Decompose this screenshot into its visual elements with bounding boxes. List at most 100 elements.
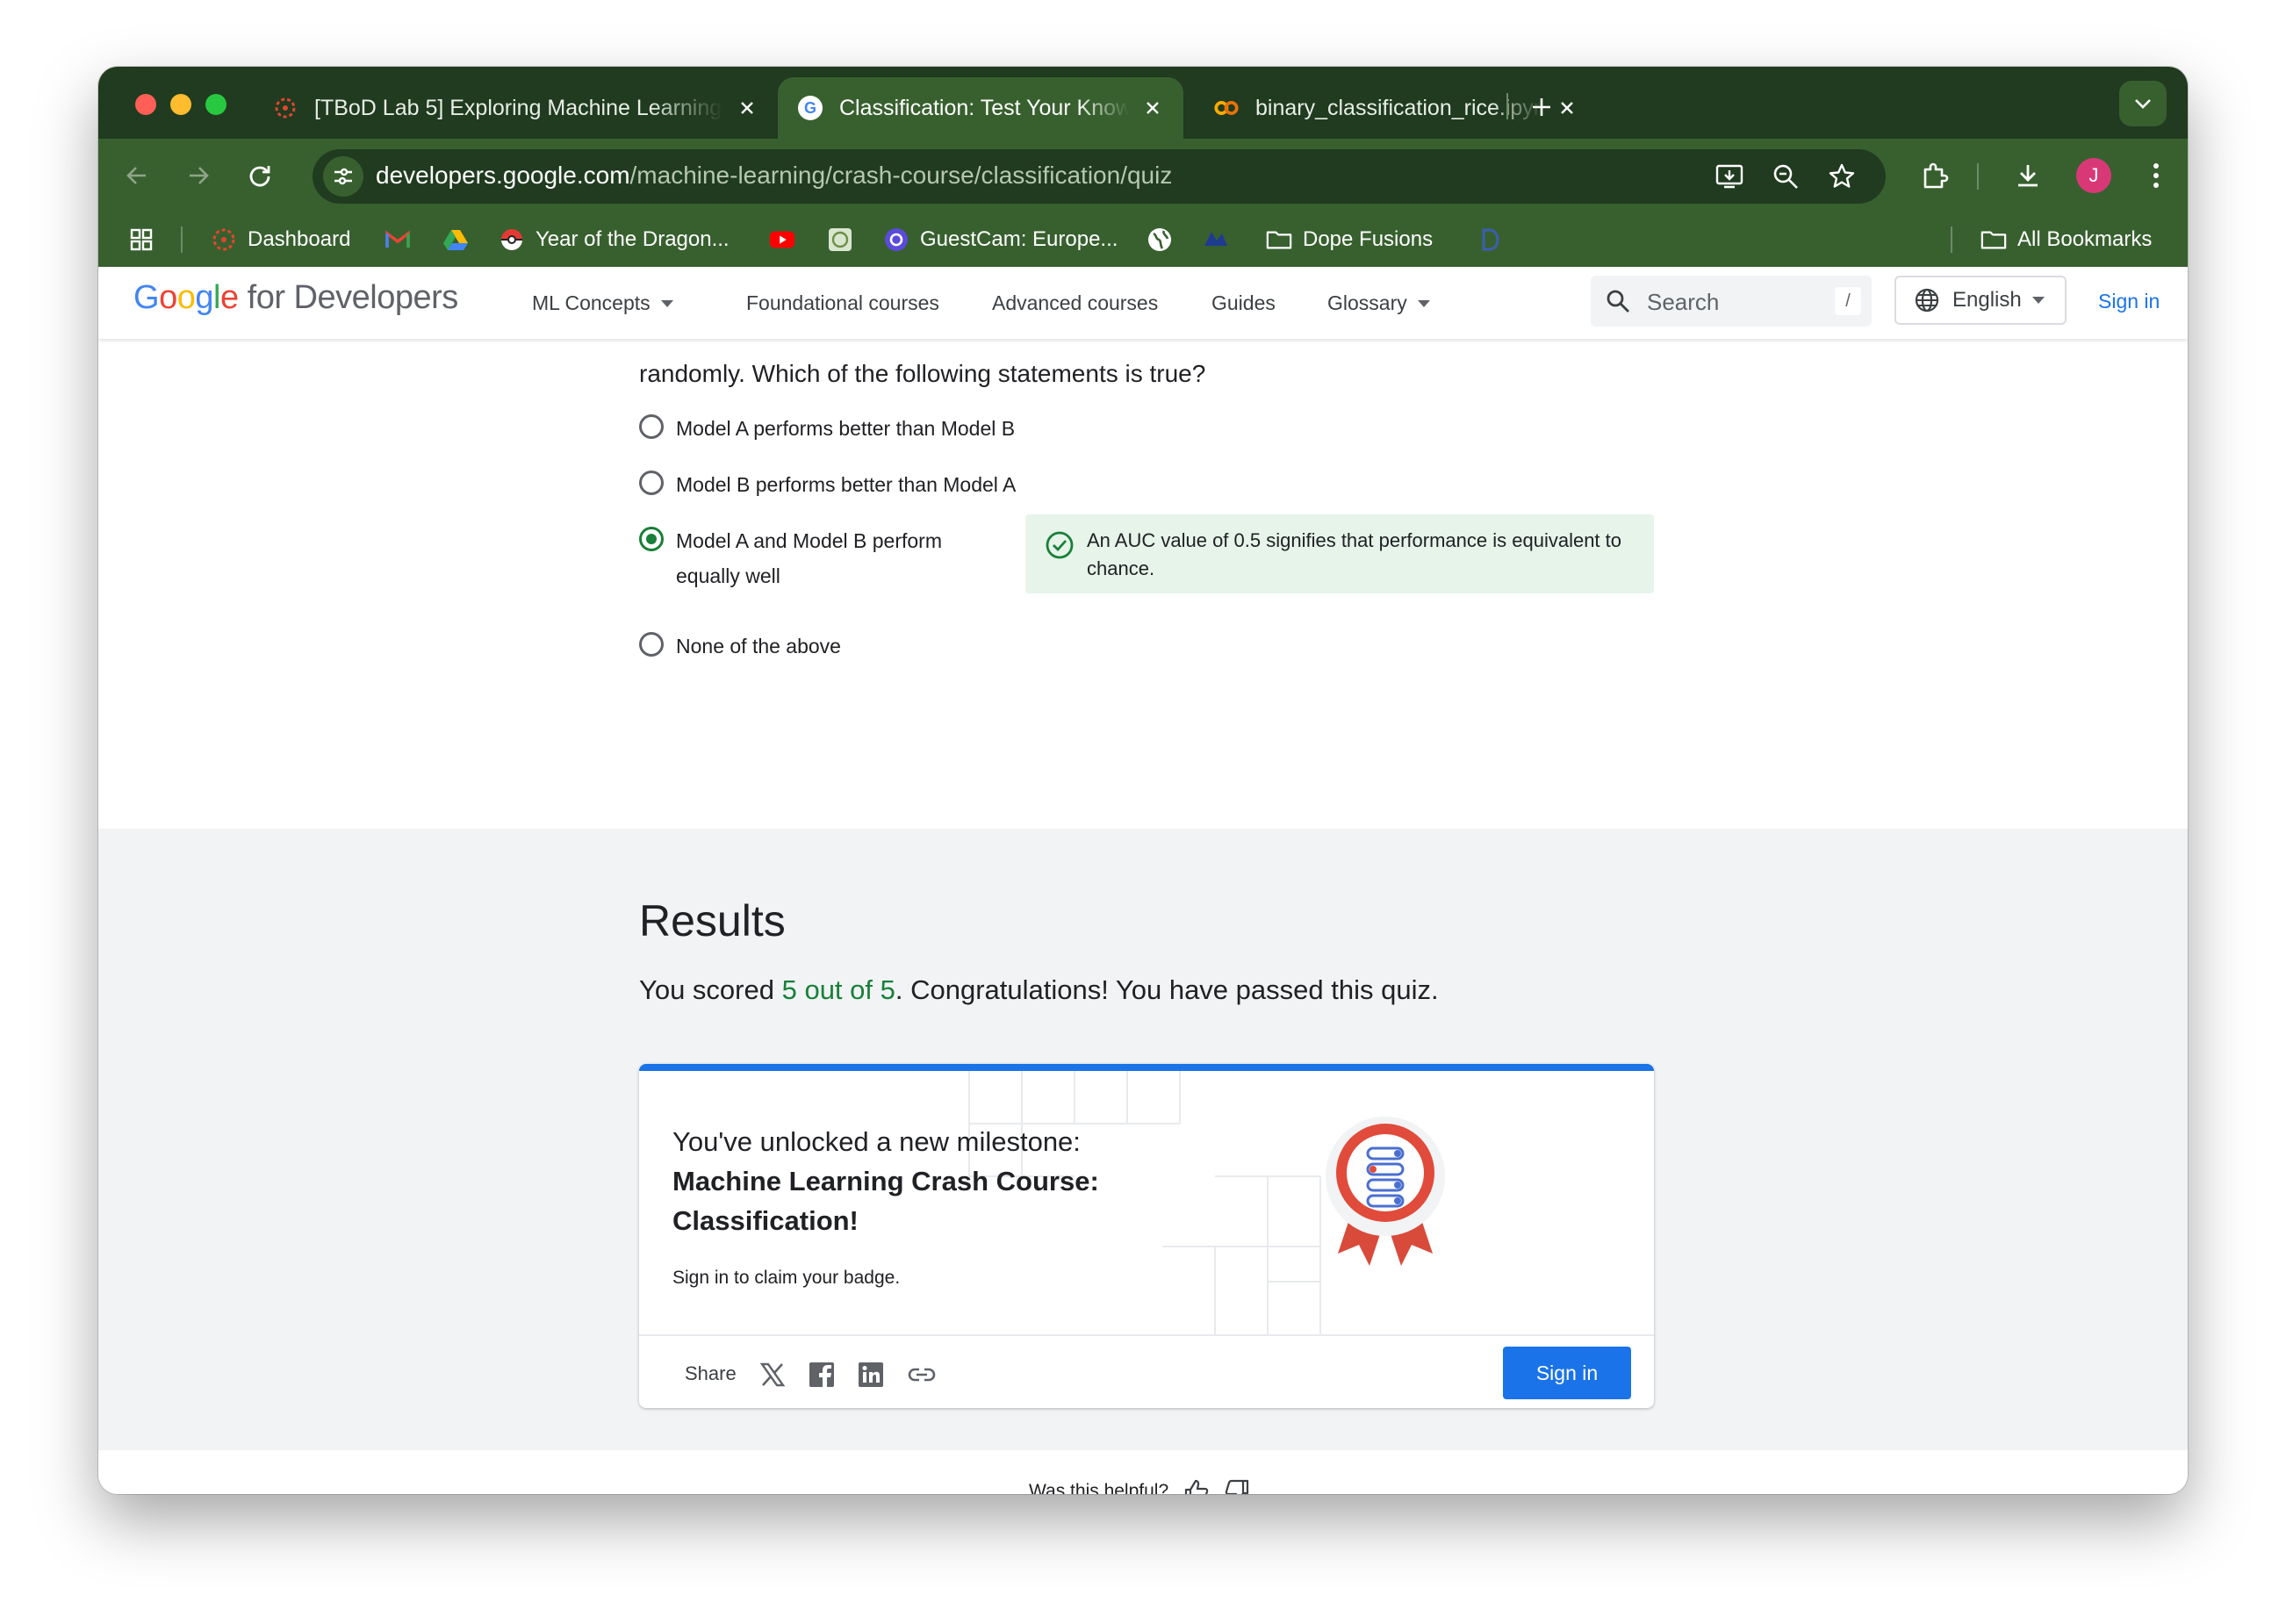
bookmark-drive[interactable] <box>442 212 479 267</box>
bookmark-gmail[interactable] <box>385 212 421 267</box>
zoom-window-button[interactable] <box>205 94 226 115</box>
quiz-question-text: randomly. Which of the following stateme… <box>639 360 1206 387</box>
apps-bookmark[interactable] <box>128 212 165 267</box>
score-value: 5 out of 5 <box>781 974 895 1005</box>
close-window-button[interactable] <box>135 94 156 115</box>
tab-title: Classification: Test Your Knowledge <box>839 95 1129 120</box>
milestone-intro: You've unlocked a new milestone: <box>672 1126 1081 1157</box>
apps-grid-icon <box>128 226 155 253</box>
bookmark-globe[interactable] <box>1147 212 1183 267</box>
reload-button[interactable] <box>239 154 281 197</box>
folder-icon <box>1266 226 1292 253</box>
close-tab-icon[interactable] <box>1139 95 1166 121</box>
colab-icon <box>1213 95 1240 121</box>
nav-ml-concepts[interactable]: ML Concepts <box>532 291 673 315</box>
bookmark-star-icon[interactable] <box>1826 161 1858 192</box>
helpful-feedback-bar: Was this helpful? <box>98 1450 2188 1494</box>
language-selector[interactable]: English <box>1894 276 2067 325</box>
bookmark-site[interactable] <box>827 212 864 267</box>
bookmark-year-of-dragon[interactable]: Year of the Dragon... <box>499 212 730 267</box>
youtube-icon <box>769 226 795 253</box>
facebook-icon[interactable] <box>806 1359 837 1390</box>
gmail-icon <box>385 226 411 253</box>
option-label: Model A performs better than Model B <box>676 417 1016 440</box>
profile-avatar[interactable]: J <box>2076 158 2111 193</box>
url-domain: developers.google.com <box>376 162 630 189</box>
nav-guides[interactable]: Guides <box>1211 291 1276 315</box>
quiz-option-selected[interactable]: Model A and Model B perform equally well <box>639 523 942 593</box>
site-info-icon[interactable] <box>323 156 363 197</box>
answer-feedback: An AUC value of 0.5 signifies that perfo… <box>1025 514 1654 593</box>
forward-button[interactable] <box>177 154 219 197</box>
tab-strip: [TBoD Lab 5] Exploring Machine Learning … <box>98 67 2188 139</box>
claim-badge-sign-in-button[interactable]: Sign in <box>1503 1347 1631 1399</box>
thumbs-down-icon[interactable] <box>1222 1477 1252 1494</box>
search-placeholder: Search <box>1647 289 1720 315</box>
bookmark-site[interactable] <box>1477 212 1513 267</box>
radio-button-checked[interactable] <box>639 527 664 551</box>
share-label: Share <box>685 1362 737 1384</box>
google-developers-logo[interactable]: Google for Developers <box>133 279 458 317</box>
quiz-option[interactable]: Model B performs better than Model A <box>639 467 1016 502</box>
reload-icon <box>249 166 270 187</box>
milestone-text: You've unlocked a new milestone: Machine… <box>672 1122 1099 1240</box>
bookmark-youtube[interactable] <box>769 212 806 267</box>
quiz-option[interactable]: None of the above <box>639 629 841 664</box>
tab-separator <box>1506 93 1508 119</box>
nav-foundational-courses[interactable]: Foundational courses <box>746 291 939 315</box>
minimize-window-button[interactable] <box>170 94 191 115</box>
pokeball-icon <box>499 226 525 253</box>
thumbs-up-icon[interactable] <box>1182 1477 1211 1494</box>
downloads-button[interactable] <box>2007 154 2049 197</box>
bookmark-dashboard[interactable]: Dashboard <box>211 212 350 267</box>
tab-tbod-lab[interactable]: [TBoD Lab 5] Exploring Machine Learning <box>253 77 778 139</box>
zoom-icon[interactable] <box>1770 161 1801 192</box>
score-suffix: . Congratulations! You have passed this … <box>895 974 1439 1005</box>
linkedin-icon[interactable] <box>855 1359 887 1390</box>
url-path: /machine-learning/crash-course/classific… <box>629 162 1173 189</box>
option-label: Model B performs better than Model A <box>676 473 1017 496</box>
bookmarks-bar: Dashboard Year of the Dragon... GuestCam… <box>98 212 2188 267</box>
bookmark-site[interactable] <box>1203 212 1240 267</box>
bookmark-label: Dashboard <box>248 227 351 251</box>
canvas-icon <box>211 226 237 253</box>
install-app-icon[interactable] <box>1714 161 1745 192</box>
tab-search-button[interactable] <box>2119 81 2167 126</box>
bookmark-dope-fusions[interactable]: Dope Fusions <box>1266 212 1433 267</box>
check-circle-icon <box>1045 530 1075 564</box>
tab-title: [TBoD Lab 5] Exploring Machine Learning <box>314 95 722 120</box>
language-label: English <box>1952 288 2022 312</box>
close-tab-icon[interactable] <box>734 95 760 121</box>
caret-down-icon <box>660 299 673 307</box>
back-button[interactable] <box>116 154 158 197</box>
browser-menu-button[interactable] <box>2135 154 2177 197</box>
new-tab-button[interactable] <box>1522 88 1561 126</box>
radio-button[interactable] <box>639 471 664 495</box>
radio-button[interactable] <box>639 414 664 439</box>
link-icon[interactable] <box>906 1359 938 1390</box>
milestone-card: You've unlocked a new milestone: Machine… <box>639 1064 1654 1408</box>
site-search[interactable]: Search / <box>1591 276 1872 327</box>
tab-classification-quiz[interactable]: G Classification: Test Your Knowledge <box>778 77 1183 139</box>
kebab-menu-icon <box>2153 163 2159 188</box>
nav-advanced-courses[interactable]: Advanced courses <box>992 291 1158 315</box>
bookmark-guestcam[interactable]: GuestCam: Europe... <box>883 212 1118 267</box>
puzzle-icon <box>1923 162 1949 189</box>
caret-down-icon <box>2031 297 2045 304</box>
radio-button[interactable] <box>639 632 664 657</box>
page-content: randomly. Which of the following stateme… <box>98 339 2188 1494</box>
arrow-right-icon <box>190 167 209 184</box>
results-section: Results You scored 5 out of 5. Congratul… <box>98 829 2188 1452</box>
header-sign-in-link[interactable]: Sign in <box>2098 290 2160 313</box>
canvas-icon <box>272 95 298 121</box>
quiz-option[interactable]: Model A performs better than Model B <box>639 411 1015 446</box>
address-bar[interactable]: developers.google.com/machine-learning/c… <box>313 149 1886 204</box>
all-bookmarks[interactable]: All Bookmarks <box>1980 212 2152 267</box>
site-icon <box>1203 226 1229 253</box>
nav-label: Foundational courses <box>746 291 939 314</box>
nav-glossary[interactable]: Glossary <box>1327 291 1430 315</box>
claim-badge-text: Sign in to claim your badge. <box>672 1268 901 1288</box>
site-header: Google for Developers ML Concepts Founda… <box>98 267 2188 339</box>
x-icon[interactable] <box>757 1359 788 1390</box>
extensions-button[interactable] <box>1914 154 1956 197</box>
